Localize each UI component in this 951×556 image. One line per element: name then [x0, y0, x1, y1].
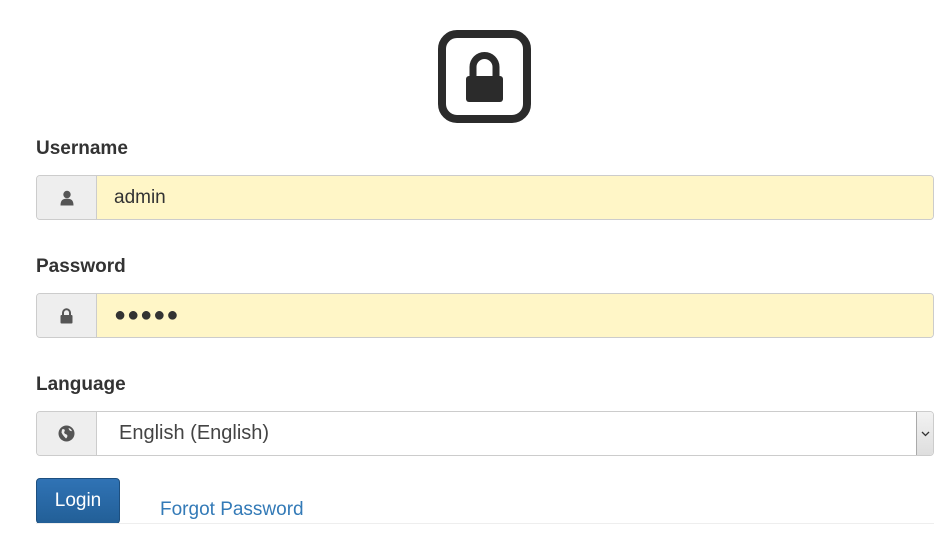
username-input[interactable]: admin: [97, 176, 933, 219]
password-label: Password: [36, 256, 126, 277]
forgot-password-link[interactable]: Forgot Password: [160, 499, 304, 521]
language-label: Language: [36, 374, 126, 395]
chevron-down-icon[interactable]: [916, 412, 933, 455]
lock-logo-icon: [438, 30, 531, 123]
password-input[interactable]: ●●●●●: [97, 294, 933, 337]
user-icon: [37, 176, 97, 219]
lock-icon: [37, 294, 97, 337]
login-button[interactable]: Login: [36, 477, 120, 524]
divider: [36, 523, 934, 524]
username-input-group: admin: [36, 175, 934, 220]
username-label: Username: [36, 138, 128, 159]
login-form: Username admin Password ●●●●● Language E…: [36, 138, 934, 524]
form-actions: Login Forgot Password: [36, 477, 934, 524]
globe-icon: [37, 412, 97, 455]
password-input-group: ●●●●●: [36, 293, 934, 338]
login-page: Username admin Password ●●●●● Language E…: [0, 0, 951, 556]
language-select[interactable]: English (English): [97, 412, 933, 455]
language-select-group: English (English): [36, 411, 934, 456]
language-select-value: English (English): [119, 422, 270, 444]
